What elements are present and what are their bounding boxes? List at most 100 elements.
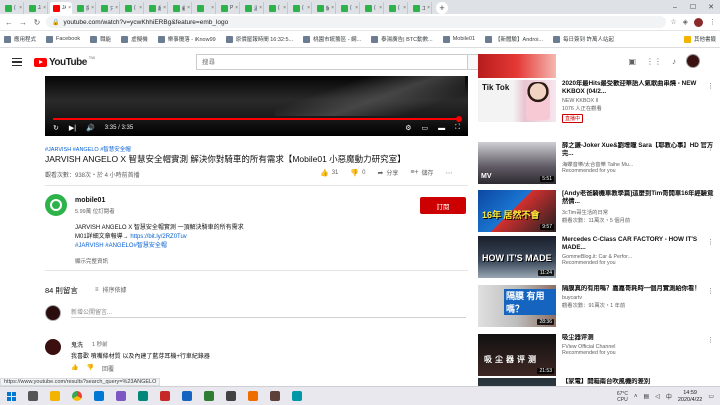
recommended-video[interactable]: 【家電】開箱兩台吹風機的差別	[478, 378, 718, 405]
browser-tab[interactable]: 解 ×	[314, 2, 336, 14]
progress-bar[interactable]	[53, 116, 462, 122]
video-hashtags[interactable]: #JARVISH #ANGELO #智慧安全帽	[45, 145, 131, 153]
chrome-icon[interactable]	[66, 387, 88, 405]
recommended-video[interactable]: Tik Tok 2020年最Hits最受歡迎華語人氣歌曲串燒 - NEW KKBO…	[478, 80, 718, 123]
video-thumbnail[interactable]: Tik Tok	[478, 80, 556, 122]
tab-close-icon[interactable]: ×	[427, 5, 430, 11]
video-thumbnail[interactable]: MV 5:51	[478, 142, 556, 184]
tab-close-icon[interactable]: ×	[211, 5, 214, 11]
more-actions-icon[interactable]: ⋯	[446, 169, 453, 177]
tab-close-icon[interactable]: ×	[43, 5, 46, 11]
tab-close-icon[interactable]: ×	[19, 5, 22, 11]
recommended-thumbnail-partial[interactable]	[478, 54, 556, 78]
bookmark-item[interactable]: 每日簽到 許萬人站起	[553, 35, 614, 43]
miniplayer-icon[interactable]: ▭	[421, 124, 428, 132]
comment-time[interactable]: 1 秒前	[92, 340, 108, 348]
minimize-icon[interactable]: –	[666, 0, 684, 14]
app-icon[interactable]	[132, 387, 154, 405]
bookmark-item[interactable]: 職能	[90, 35, 111, 43]
app-icon[interactable]	[110, 387, 132, 405]
url-text[interactable]: youtube.com/watch?v=ycwKhhiERBg&feature=…	[63, 19, 228, 26]
recommended-title[interactable]: [Andy老爸騎機車教學篇]這麼到Tim哥開車16年經驗竟然倩...	[562, 190, 716, 206]
bookmark-item[interactable]: 樂事攤落 - iKnow99	[157, 35, 216, 43]
app-icon[interactable]	[264, 387, 286, 405]
settings-gear-icon[interactable]: ⚙	[405, 124, 411, 132]
tab-close-icon[interactable]: ×	[91, 5, 94, 11]
recommended-video[interactable]: 隔膜 有用嗎？ 28:36 隔膜真的有用嗎？嘉嘉哥耗時一個月實測給你看！ buycar…	[478, 285, 718, 327]
tab-close-icon[interactable]: ×	[259, 5, 262, 11]
browser-tab[interactable]: 顧V×	[170, 2, 192, 14]
tab-close-icon[interactable]: ×	[68, 5, 71, 11]
comment-author-avatar[interactable]	[45, 339, 61, 355]
hamburger-menu-icon[interactable]	[12, 58, 22, 66]
browser-tab[interactable]: 探S×	[74, 2, 96, 14]
recommended-title[interactable]: Mercedes C-Class CAR FACTORY - HOW IT'S …	[562, 236, 716, 252]
recommended-title[interactable]: 【家電】開箱兩台吹風機的差別	[562, 378, 716, 386]
tab-close-icon[interactable]: ×	[283, 5, 286, 11]
theater-mode-icon[interactable]: ▬	[438, 125, 445, 132]
bookmark-item[interactable]: 原價屋報時間 16:32:5...	[225, 35, 293, 43]
channel-name[interactable]: mobile01	[75, 197, 105, 204]
browser-tab[interactable]: 超G×	[146, 2, 168, 14]
show-more-link[interactable]: 顯示完整資訊	[75, 257, 108, 265]
article-link[interactable]: https://bit.ly/2RZ0Tuv	[130, 234, 186, 240]
recommended-channel[interactable]: 3cTim哥生活的日常	[562, 208, 716, 216]
network-icon[interactable]: ▤	[644, 393, 650, 400]
back-icon[interactable]: ←	[4, 17, 14, 27]
scrubber-knob[interactable]	[456, 116, 462, 122]
browser-tab[interactable]: 溫S×	[242, 2, 264, 14]
apps-grid-icon[interactable]: ⋮⋮	[646, 57, 662, 66]
video-thumbnail[interactable]: 16年 居然不會 9:57	[478, 190, 556, 232]
tab-close-icon[interactable]: ×	[187, 5, 190, 11]
tab-close-icon[interactable]: ×	[307, 5, 310, 11]
browser-tab[interactable]: (×	[122, 2, 144, 14]
app-icon[interactable]	[220, 387, 242, 405]
recommended-title[interactable]: 隔膜真的有用嗎？嘉嘉哥耗時一個月實測給你看！	[562, 285, 716, 293]
recommended-channel[interactable]: 海蝶音樂/太合音樂 Taihe Mu...	[562, 160, 716, 168]
video-thumbnail[interactable]: 吸尘器评测 21:53	[478, 334, 556, 376]
recommended-video[interactable]: 16年 居然不會 9:57 [Andy老爸騎機車教學篇]這麼到Tim哥開車16年經驗…	[478, 190, 718, 232]
channel-avatar[interactable]	[45, 194, 67, 216]
next-icon[interactable]: ▶|	[69, 124, 76, 132]
maximize-icon[interactable]: ☐	[684, 0, 702, 14]
browser-tab[interactable]: (×	[266, 2, 288, 14]
tab-close-icon[interactable]: ×	[403, 5, 406, 11]
star-icon[interactable]: ☆	[670, 18, 676, 26]
browser-tab[interactable]: 工R×	[410, 2, 432, 14]
tab-close-icon[interactable]: ×	[235, 5, 238, 11]
subscribe-button[interactable]: 訂閱	[420, 197, 466, 214]
profile-avatar[interactable]	[694, 17, 703, 27]
bookmark-item[interactable]: 桃園市統籌區 - 網...	[303, 35, 361, 43]
tab-close-icon[interactable]: ×	[115, 5, 118, 11]
browser-tab[interactable]: JAI×	[26, 2, 48, 14]
recommended-title[interactable]: 薛之謙-Joker Xue&劉增瞳 Sara【耶教心事】HD 官方完...	[562, 142, 716, 158]
notifications-bell-icon[interactable]: ♪	[672, 57, 676, 66]
bookmark-item[interactable]: 虛擬機	[121, 35, 148, 43]
extension-icon[interactable]: ◈	[683, 18, 688, 26]
more-options-icon[interactable]: ⋮	[707, 287, 714, 295]
task-view-icon[interactable]	[22, 387, 44, 405]
chevron-up-icon[interactable]: ˄	[634, 394, 638, 400]
outlook-icon[interactable]	[88, 387, 110, 405]
reply-button[interactable]: 回覆	[102, 364, 114, 373]
fullscreen-icon[interactable]: ⛶	[455, 124, 460, 132]
sort-comments-button[interactable]: ≡ 排序依據	[95, 285, 127, 295]
browser-tab[interactable]: (×	[362, 2, 384, 14]
replay-icon[interactable]: ↻	[53, 124, 59, 132]
browser-tab[interactable]: (×	[290, 2, 312, 14]
comment-dislike-icon[interactable]: 👎	[86, 364, 93, 373]
save-button[interactable]: ≡+ 儲存	[410, 168, 433, 177]
file-explorer-icon[interactable]	[44, 387, 66, 405]
volume-icon[interactable]: 🔊	[86, 124, 95, 132]
app-icon[interactable]	[286, 387, 308, 405]
more-options-icon[interactable]: ⋮	[707, 336, 714, 344]
new-tab-button[interactable]: +	[436, 2, 448, 14]
recommended-video[interactable]: 吸尘器评测 21:53 吸尘器评测 FView Official Channel Rec…	[478, 334, 718, 376]
speaker-icon[interactable]: ◁	[655, 393, 660, 400]
notification-center-icon[interactable]: ▭	[708, 393, 714, 400]
ime-indicator[interactable]: 中	[666, 392, 672, 401]
video-thumbnail[interactable]: HOW IT'S MADE 11:24	[478, 236, 556, 278]
comment-author[interactable]: 鬼洗	[71, 340, 83, 349]
tab-close-icon[interactable]: ×	[379, 5, 382, 11]
app-icon[interactable]	[242, 387, 264, 405]
